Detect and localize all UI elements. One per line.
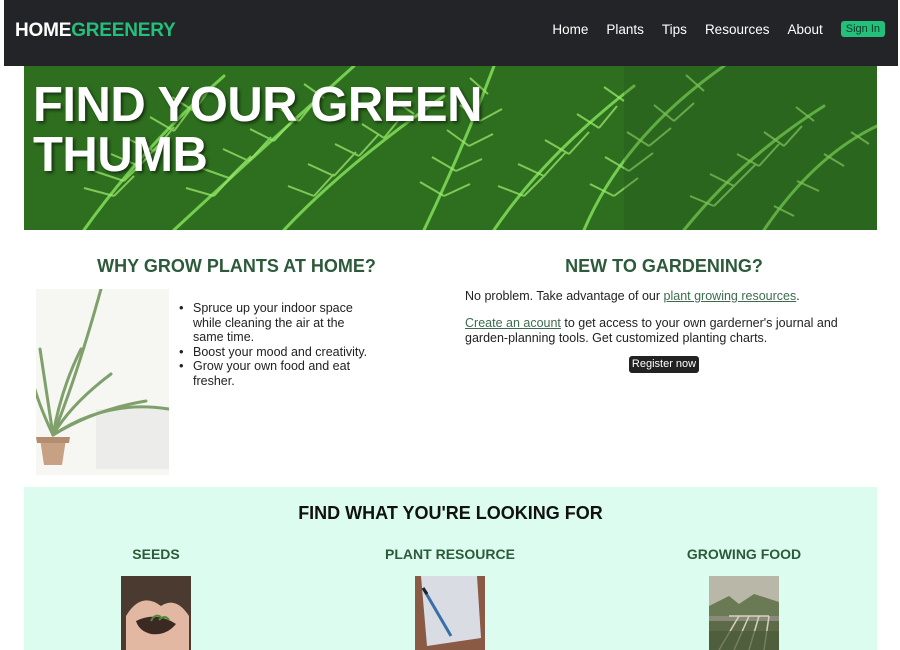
intro-period: .: [796, 289, 800, 303]
benefit-item: Boost your mood and creativity.: [179, 345, 368, 360]
seeds-image[interactable]: [121, 576, 191, 650]
benefit-item: Spruce up your indoor space while cleani…: [179, 301, 368, 345]
nav-about[interactable]: About: [787, 22, 822, 37]
top-nav: HOMEGREENERY Home Plants Tips Resources …: [4, 0, 898, 66]
sign-in-button[interactable]: Sign In: [840, 21, 885, 37]
new-gardening-title: NEW TO GARDENING?: [565, 256, 763, 276]
aloe-plant-image: [36, 289, 169, 475]
create-account-link[interactable]: Create an acount: [465, 316, 561, 330]
plant-resource-image[interactable]: [415, 576, 485, 650]
new-gardening-intro: No problem. Take advantage of our plant …: [465, 289, 865, 304]
find-section: FIND WHAT YOU'RE LOOKING FOR SEEDS PLANT…: [24, 487, 877, 650]
register-button[interactable]: Register now: [629, 356, 699, 373]
category-plant-resource-title[interactable]: PLANT RESOURCE: [330, 546, 570, 562]
hero-banner: FIND YOUR GREEN THUMB: [24, 66, 877, 230]
nav-home[interactable]: Home: [552, 22, 588, 37]
create-account-paragraph: Create an acount to get access to your o…: [465, 316, 860, 346]
logo-part-home: HOME: [15, 20, 72, 41]
nav-plants[interactable]: Plants: [606, 22, 644, 37]
growing-food-image[interactable]: [709, 576, 779, 650]
category-growing-food-title[interactable]: GROWING FOOD: [624, 546, 864, 562]
nav-links: Home Plants Tips Resources About Sign In: [534, 21, 885, 37]
category-seeds-title[interactable]: SEEDS: [36, 546, 276, 562]
intro-text: No problem. Take advantage of our: [465, 289, 664, 303]
logo-part-greenery: GREENERY: [71, 20, 176, 41]
find-section-title: FIND WHAT YOU'RE LOOKING FOR: [298, 503, 603, 523]
plant-resources-link[interactable]: plant growing resources: [664, 289, 797, 303]
hero-title: FIND YOUR GREEN THUMB: [33, 78, 482, 182]
benefits-list: Spruce up your indoor space while cleani…: [179, 301, 368, 388]
benefit-item: Grow your own food and eat fresher.: [179, 359, 368, 388]
why-section-title: WHY GROW PLANTS AT HOME?: [97, 256, 376, 276]
nav-resources[interactable]: Resources: [705, 22, 770, 37]
site-logo[interactable]: HOMEGREENERY: [15, 20, 176, 42]
nav-tips[interactable]: Tips: [662, 22, 687, 37]
